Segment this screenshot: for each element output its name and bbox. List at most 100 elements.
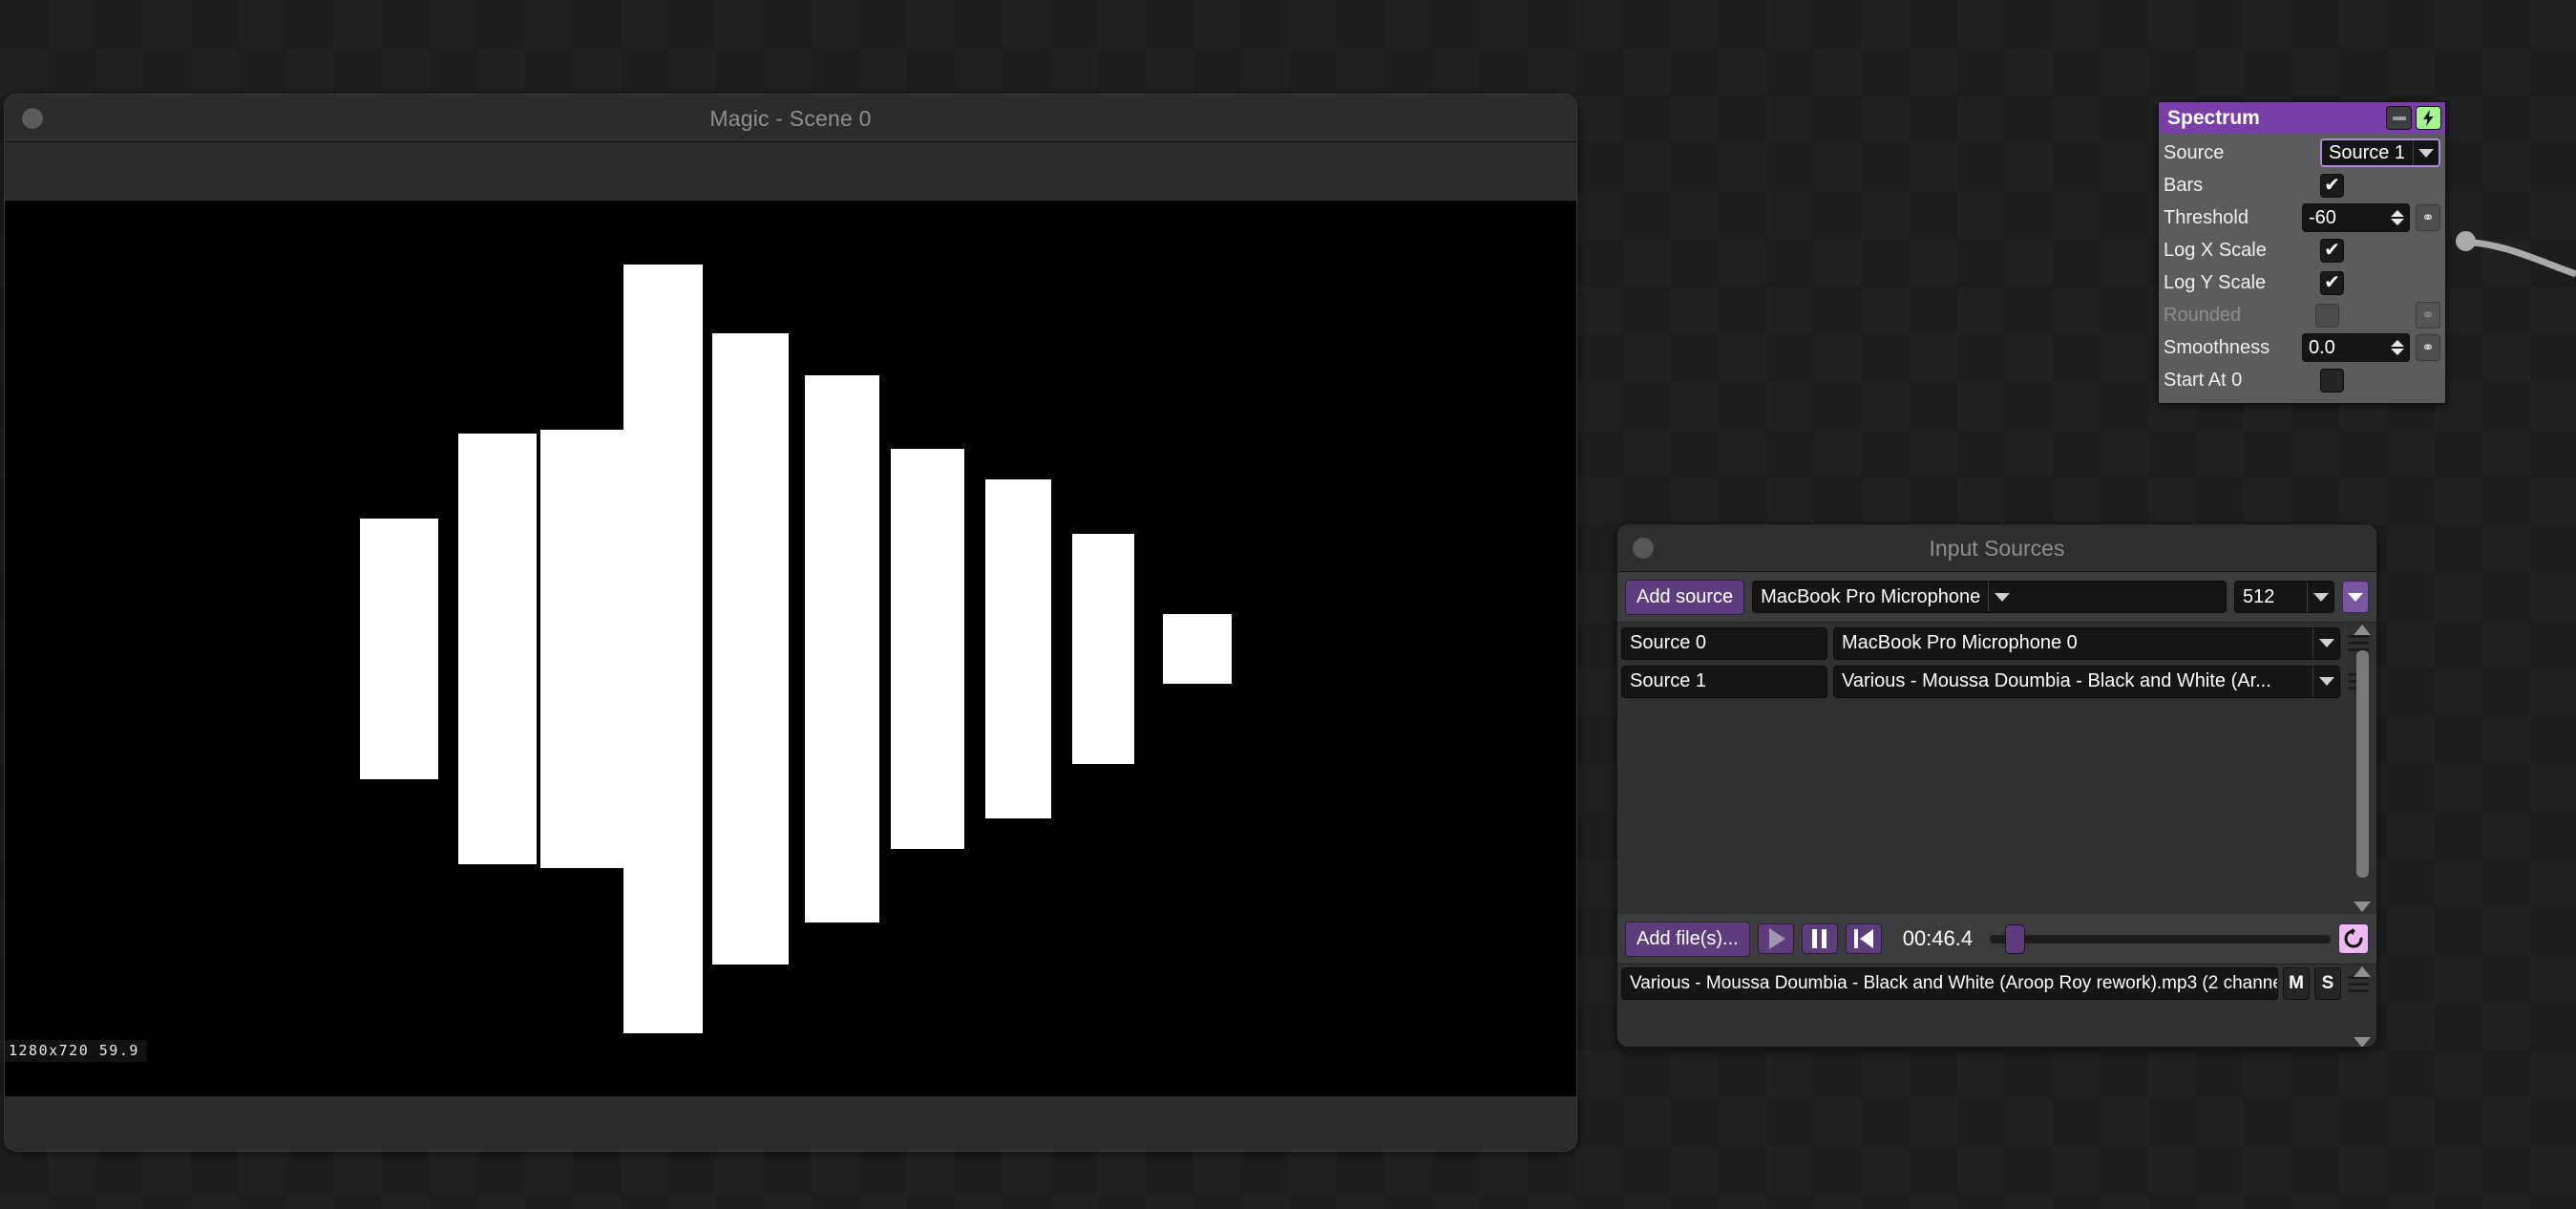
playback-time: 00:46.4	[1902, 926, 1974, 950]
property-row-bars: Bars ✔	[2164, 169, 2440, 202]
input-sources-titlebar: Input Sources	[1617, 524, 2376, 572]
scroll-thumb[interactable]	[2355, 650, 2369, 878]
property-control: ⚭	[2315, 302, 2440, 329]
source-name[interactable]: Source 1	[1621, 665, 1827, 698]
numeric-field-smoothness[interactable]: 0.0	[2302, 333, 2410, 362]
file-list-scrollbar[interactable]	[2352, 966, 2373, 1047]
scroll-track[interactable]	[2356, 979, 2369, 1035]
input-sources-title: Input Sources	[1929, 536, 2065, 561]
chevron-down-icon[interactable]	[2413, 140, 2439, 165]
stepper-down-icon[interactable]	[2390, 219, 2404, 225]
source-select-value: Source 1	[2329, 141, 2406, 163]
add-files-button[interactable]: Add file(s)...	[1625, 921, 1750, 957]
spectrum-titlebar[interactable]: Spectrum	[2159, 102, 2445, 134]
spectrum-bar	[458, 433, 537, 865]
checkmark-icon: ✔	[2324, 272, 2340, 293]
add-source-button[interactable]: Add source	[1625, 579, 1745, 615]
stepper-up-icon[interactable]	[2390, 340, 2404, 347]
link-parameter-button[interactable]: ⚭	[2416, 204, 2440, 231]
buffer-size-select[interactable]: 512	[2234, 581, 2334, 613]
pause-button[interactable]	[1801, 923, 1838, 954]
source-list-scrollbar[interactable]	[2352, 625, 2373, 912]
checkbox-log-y-scale[interactable]: ✔	[2320, 270, 2344, 295]
source-row: Source 0 MacBook Pro Microphone 0	[1617, 623, 2376, 661]
checkbox-start-at-0[interactable]	[2320, 368, 2344, 392]
chevron-down-icon[interactable]	[2307, 582, 2333, 612]
spectrum-title-buttons	[2386, 106, 2441, 130]
property-control: Source 1	[2320, 138, 2440, 167]
property-control: 0.0 ⚭	[2302, 333, 2440, 362]
minimize-button[interactable]	[2386, 106, 2412, 130]
app-root: Magic - Scene 0 1280x720 59.9 Spectrum S…	[0, 0, 2576, 1209]
checkmark-icon: ✔	[2324, 175, 2340, 196]
property-row-rounded: Rounded ⚭	[2164, 299, 2440, 331]
numeric-field-threshold[interactable]: -60	[2302, 203, 2410, 232]
bypass-bolt-button[interactable]	[2416, 106, 2441, 130]
stepper-arrows[interactable]	[2388, 340, 2409, 355]
window-dot-icon[interactable]	[22, 108, 43, 129]
chevron-down-icon[interactable]	[2312, 627, 2339, 659]
stepper-up-icon[interactable]	[2390, 210, 2404, 217]
spectrum-panel-title: Spectrum	[2167, 106, 2260, 129]
spectrum-properties: Source Source 1 Bars ✔ Threshold -60 ⚭ Log X Sc…	[2159, 134, 2445, 403]
link-parameter-button[interactable]: ⚭	[2416, 302, 2440, 329]
property-row-log-x-scale: Log X Scale ✔	[2164, 234, 2440, 266]
seek-track[interactable]	[1990, 934, 2331, 944]
window-dot-icon[interactable]	[1633, 538, 1654, 559]
seek-thumb[interactable]	[2005, 923, 2026, 954]
scroll-up-arrow-icon[interactable]	[2354, 966, 2371, 977]
checkbox-bars[interactable]: ✔	[2320, 173, 2344, 198]
source-device-select[interactable]: MacBook Pro Microphone 0	[1833, 626, 2340, 660]
property-row-source: Source Source 1	[2164, 137, 2440, 169]
spectrum-bar	[805, 375, 879, 923]
file-name[interactable]: Various - Moussa Doumbia - Black and Whi…	[1621, 967, 2278, 1000]
loop-button[interactable]	[2338, 923, 2369, 954]
spectrum-visualization-canvas[interactable]: 1280x720 59.9	[5, 202, 1576, 1096]
preview-window: Magic - Scene 0 1280x720 59.9	[4, 94, 1577, 1152]
source-select[interactable]: Source 1	[2320, 138, 2440, 167]
device-options-button[interactable]	[2342, 581, 2369, 613]
property-label: Threshold	[2164, 206, 2249, 228]
property-label: Bars	[2164, 174, 2204, 196]
buffer-size-value: 512	[2243, 585, 2275, 607]
scroll-track[interactable]	[2355, 637, 2369, 900]
chevron-down-icon[interactable]	[1988, 582, 2015, 612]
file-rows: Various - Moussa Doumbia - Black and Whi…	[1617, 965, 2376, 1000]
preview-subbar	[5, 142, 1576, 202]
scroll-up-arrow-icon[interactable]	[2354, 625, 2371, 635]
property-control: ✔	[2320, 173, 2440, 198]
stepper-arrows[interactable]	[2388, 210, 2409, 225]
property-label: Start At 0	[2164, 369, 2243, 391]
numeric-value: -60	[2309, 206, 2336, 228]
source-list: Source 0 MacBook Pro Microphone 0 Source 1…	[1617, 622, 2376, 914]
input-sources-panel: Input Sources Add source MacBook Pro Mic…	[1616, 523, 2377, 1048]
audio-device-select[interactable]: MacBook Pro Microphone	[1752, 581, 2227, 613]
source-device-value: MacBook Pro Microphone 0	[1842, 632, 2078, 653]
node-connection-cable	[2461, 238, 2576, 278]
mute-button[interactable]: M	[2283, 967, 2310, 1000]
spectrum-bar	[360, 518, 438, 780]
stepper-down-icon[interactable]	[2390, 349, 2404, 355]
spectrum-bar	[891, 448, 964, 849]
preview-titlebar: Magic - Scene 0	[5, 95, 1576, 142]
loop-icon	[2344, 928, 2363, 948]
output-connector-node[interactable]	[2456, 231, 2476, 251]
source-rows: Source 0 MacBook Pro Microphone 0 Source 1…	[1617, 623, 2376, 699]
resolution-fps-badge: 1280x720 59.9	[5, 1040, 147, 1062]
scroll-down-arrow-icon[interactable]	[2354, 901, 2371, 912]
audio-device-value: MacBook Pro Microphone	[1761, 585, 1981, 607]
play-button[interactable]	[1757, 923, 1794, 954]
minus-icon	[2392, 116, 2406, 120]
scroll-down-arrow-icon[interactable]	[2354, 1037, 2371, 1047]
checkbox-log-x-scale[interactable]: ✔	[2320, 238, 2344, 263]
source-device-select[interactable]: Various - Moussa Doumbia - Black and Whi…	[1833, 665, 2340, 698]
source-name[interactable]: Source 0	[1621, 626, 1827, 660]
solo-button[interactable]: S	[2314, 967, 2341, 1000]
chevron-down-icon[interactable]	[2312, 666, 2339, 697]
rewind-button[interactable]	[1845, 923, 1882, 954]
spectrum-bar	[712, 333, 789, 965]
seek-slider[interactable]	[1990, 923, 2331, 954]
property-label: Rounded	[2164, 304, 2242, 326]
lightning-bolt-icon	[2423, 110, 2434, 126]
link-parameter-button[interactable]: ⚭	[2416, 334, 2440, 361]
